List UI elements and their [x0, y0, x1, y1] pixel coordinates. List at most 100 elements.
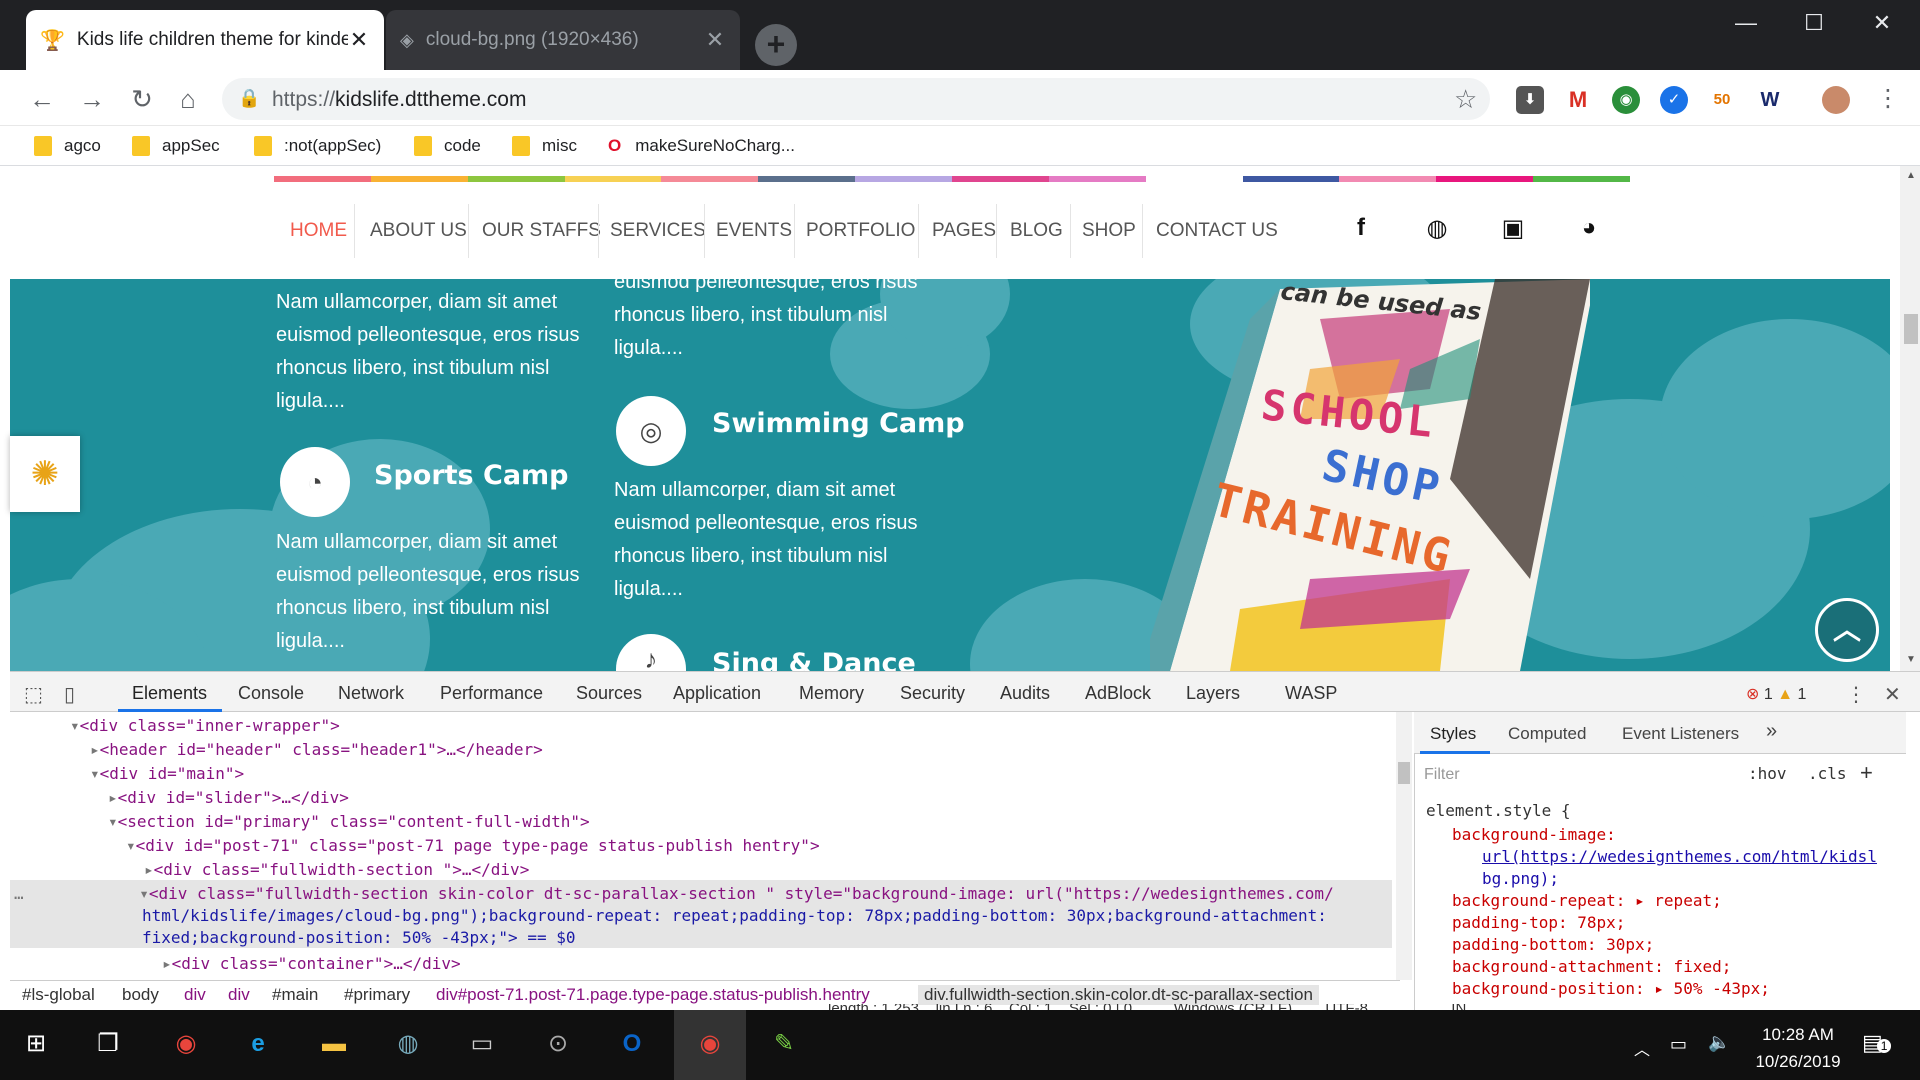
inspect-element-icon[interactable]: ⬚ — [24, 682, 43, 707]
outlook-icon[interactable]: O — [610, 1022, 654, 1066]
bookmark-folder[interactable]: misc — [512, 133, 577, 159]
notification-icon[interactable]: ▤1 — [1862, 1030, 1892, 1056]
nav-blog[interactable]: BLOG — [1010, 220, 1063, 242]
close-window-button[interactable]: ✕ — [1848, 0, 1916, 46]
devtools-tab-security[interactable]: Security — [900, 683, 965, 704]
nav-contact-us[interactable]: CONTACT US — [1156, 220, 1278, 242]
dom-node[interactable]: ▾<section id="primary" class="content-fu… — [108, 810, 590, 834]
style-url-link-cont[interactable]: bg.png); — [1482, 868, 1559, 890]
bookmark-folder[interactable]: agco — [34, 133, 101, 159]
windows-start-icon[interactable]: ⊞ — [14, 1022, 58, 1066]
devtools-tab-layers[interactable]: Layers — [1186, 683, 1240, 704]
dom-node-selected[interactable]: … ▾<div class="fullwidth-section skin-co… — [14, 882, 1334, 906]
computed-tab[interactable]: Computed — [1508, 724, 1586, 744]
devtools-tab-wasp[interactable]: WASP — [1285, 683, 1337, 704]
dom-node[interactable]: ▸<div class="fullwidth-section ">…</div> — [144, 858, 529, 882]
notepad-icon[interactable]: ✎ — [762, 1022, 806, 1066]
dribbble-icon[interactable]: ◍ — [1420, 214, 1454, 243]
style-property[interactable]: padding-bottom: 30px; — [1452, 934, 1654, 956]
globe-app-icon[interactable]: ◍ — [386, 1022, 430, 1066]
chrome-active-icon[interactable]: ◉ — [688, 1022, 732, 1066]
scroll-to-top-button[interactable]: ︿ — [1815, 598, 1879, 662]
flickr-icon[interactable]: ▣ — [1496, 214, 1530, 243]
new-tab-button[interactable]: + — [755, 24, 797, 66]
style-property[interactable]: background-attachment: fixed; — [1452, 956, 1731, 978]
styles-tab[interactable]: Styles — [1430, 724, 1476, 744]
devtools-tab-application[interactable]: Application — [673, 683, 761, 704]
devtools-tab-network[interactable]: Network — [338, 683, 404, 704]
devtools-tab-audits[interactable]: Audits — [1000, 683, 1050, 704]
style-property[interactable]: background-position: ▸ 50% -43px; — [1452, 978, 1770, 1000]
facebook-icon[interactable]: f — [1344, 214, 1378, 242]
devtools-menu-icon[interactable]: ⋮ — [1846, 682, 1866, 707]
forward-button[interactable]: → — [72, 82, 112, 116]
lock-icon[interactable]: 🔒 — [238, 88, 260, 109]
nav-home[interactable]: HOME — [290, 220, 347, 242]
dom-node[interactable]: ▸<div class="container">…</div> — [162, 952, 461, 976]
profile-avatar[interactable] — [1822, 86, 1850, 114]
add-rule-icon[interactable]: + — [1860, 760, 1873, 786]
nav-our-staffs[interactable]: OUR STAFFS — [482, 220, 601, 242]
terminal-icon[interactable]: ▭ — [460, 1022, 504, 1066]
ie-icon[interactable]: e — [236, 1022, 280, 1066]
chrome-menu-icon[interactable]: ⋮ — [1876, 84, 1900, 113]
w-ext-icon[interactable]: W — [1756, 86, 1784, 114]
breadcrumb-item[interactable]: #main — [272, 985, 318, 1005]
style-property[interactable]: background-repeat: ▸ repeat; — [1452, 890, 1722, 912]
nav-about-us[interactable]: ABOUT US — [370, 220, 467, 242]
url-text[interactable]: https://kidslife.dttheme.com — [272, 88, 526, 112]
breadcrumb-item[interactable]: div — [184, 985, 206, 1005]
event-listeners-tab[interactable]: Event Listeners — [1622, 724, 1739, 744]
dom-scrollbar[interactable] — [1396, 712, 1412, 980]
style-property[interactable]: background-image: — [1452, 824, 1616, 846]
battery-icon[interactable]: ▭ — [1670, 1034, 1687, 1055]
breadcrumb-item[interactable]: div#post-71.post-71.page.type-page.statu… — [436, 985, 870, 1005]
device-toolbar-icon[interactable]: ▯ — [64, 682, 75, 707]
devtools-tab-elements[interactable]: Elements — [132, 683, 207, 704]
lock-app-icon[interactable]: ⊙ — [536, 1022, 580, 1066]
settings-widget[interactable]: ✺ — [10, 436, 80, 512]
hov-toggle[interactable]: :hov — [1748, 764, 1787, 783]
dom-node[interactable]: ▾<div id="post-71" class="post-71 page t… — [126, 834, 820, 858]
style-url-link[interactable]: url(https://wedesignthemes.com/html/kids… — [1482, 846, 1877, 868]
gmail-icon[interactable]: M — [1564, 86, 1592, 114]
breadcrumb-item-active[interactable]: div.fullwidth-section.skin-color.dt-sc-p… — [918, 985, 1319, 1005]
close-tab-icon[interactable]: ✕ — [348, 27, 370, 53]
nav-pages[interactable]: PAGES — [932, 220, 996, 242]
bookmark-folder[interactable]: :not(appSec) — [254, 133, 381, 159]
dom-node[interactable]: ▸<header id="header" class="header1">…</… — [90, 738, 543, 762]
chat-bubble-icon[interactable]: ◕ — [1572, 214, 1606, 242]
download-ext-icon[interactable]: ⬇ — [1516, 86, 1544, 114]
bookmark-link[interactable]: OmakeSureNoCharg... — [608, 133, 795, 159]
check-ext-icon[interactable]: ✓ — [1660, 86, 1688, 114]
maximize-button[interactable]: ☐ — [1780, 0, 1848, 46]
volume-icon[interactable]: 🔈 — [1708, 1032, 1730, 1053]
breadcrumb-item[interactable]: #ls-global — [22, 985, 95, 1005]
tab-kidslife[interactable]: 🏆 Kids life children theme for kinde ✕ — [26, 10, 384, 70]
dom-node[interactable]: ▾<div class="inner-wrapper"> — [70, 714, 340, 738]
cls-toggle[interactable]: .cls — [1808, 764, 1847, 783]
nav-shop[interactable]: SHOP — [1082, 220, 1136, 242]
clock-date[interactable]: 10/26/2019 — [1744, 1052, 1852, 1072]
breadcrumb-item[interactable]: body — [122, 985, 159, 1005]
nav-services[interactable]: SERVICES — [610, 220, 706, 242]
close-tab-icon[interactable]: ✕ — [704, 27, 726, 53]
home-button[interactable]: ⌂ — [168, 82, 208, 116]
clock-time[interactable]: 10:28 AM — [1748, 1025, 1848, 1045]
fifty-ext-icon[interactable]: 50 — [1708, 86, 1736, 114]
dom-node[interactable]: ▾<div id="main"> — [90, 762, 244, 786]
devtools-tab-adblock[interactable]: AdBlock — [1085, 683, 1151, 704]
devtools-tab-performance[interactable]: Performance — [440, 683, 543, 704]
tray-chevron-icon[interactable]: ︿ — [1634, 1036, 1650, 1060]
breadcrumb-item[interactable]: div — [228, 985, 250, 1005]
style-property[interactable]: padding-top: 78px; — [1452, 912, 1625, 934]
devtools-tab-sources[interactable]: Sources — [576, 683, 642, 704]
devtools-close-icon[interactable]: ✕ — [1884, 682, 1901, 707]
task-view-icon[interactable]: ❐ — [86, 1022, 130, 1066]
devtools-tab-memory[interactable]: Memory — [799, 683, 864, 704]
chrome-icon[interactable]: ◉ — [164, 1022, 208, 1066]
reload-button[interactable]: ↻ — [122, 82, 162, 116]
bookmark-star-icon[interactable]: ☆ — [1454, 84, 1477, 115]
nav-portfolio[interactable]: PORTFOLIO — [806, 220, 915, 242]
breadcrumb-item[interactable]: #primary — [344, 985, 410, 1005]
